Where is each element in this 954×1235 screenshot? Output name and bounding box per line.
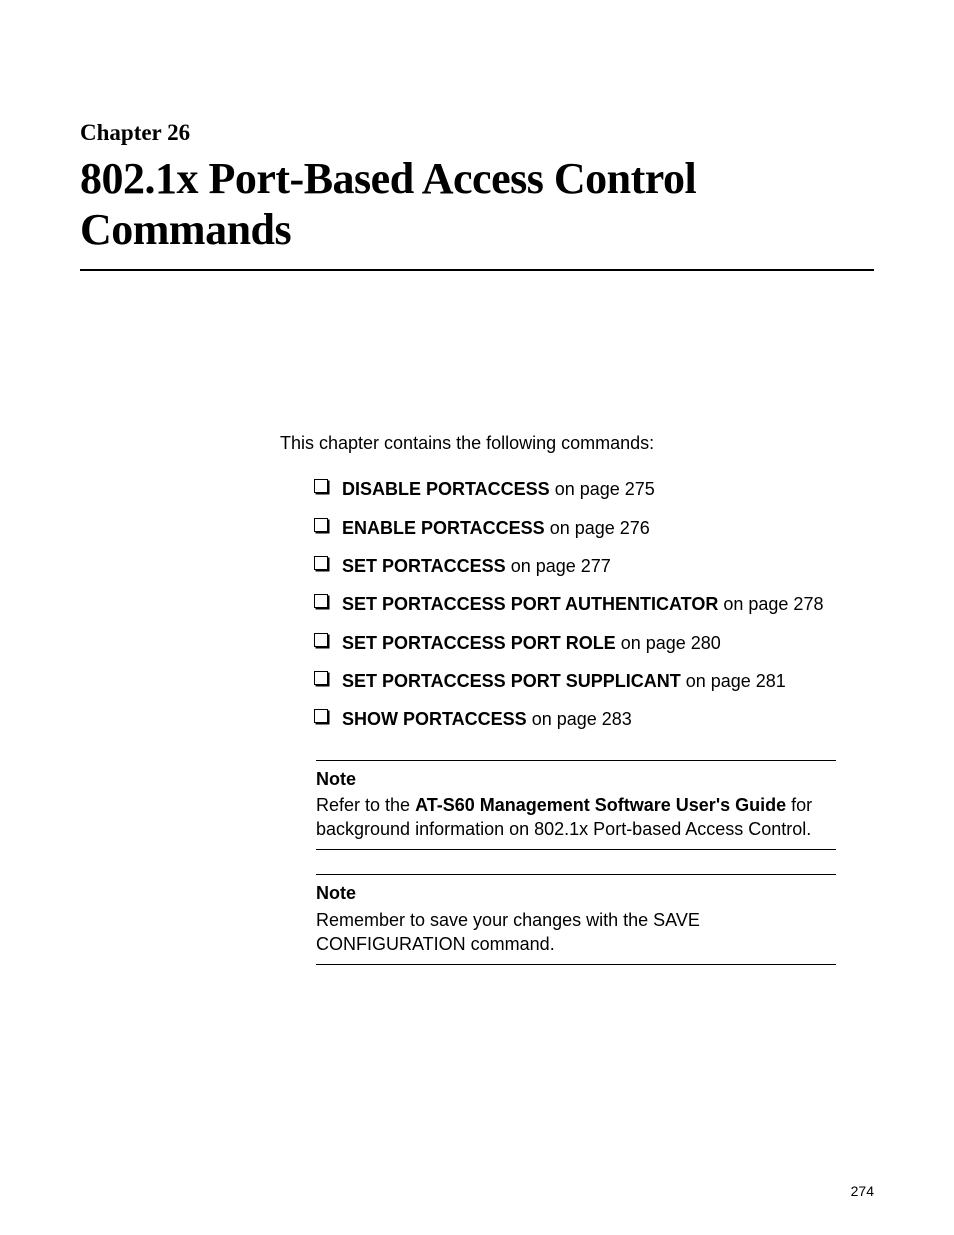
page-ref: on page 283 xyxy=(527,709,632,729)
list-item: DISABLE PORTACCESS on page 275 xyxy=(314,477,874,501)
command-link[interactable]: ENABLE PORTACCESS xyxy=(342,518,545,538)
list-item: SET PORTACCESS on page 277 xyxy=(314,554,874,578)
note-body: Remember to save your changes with the S… xyxy=(316,908,836,957)
note-bold: AT-S60 Management Software User's Guide xyxy=(415,795,786,815)
note-block: Note Remember to save your changes with … xyxy=(316,874,836,965)
bullet-icon xyxy=(314,633,328,647)
bullet-icon xyxy=(314,518,328,532)
page-ref: on page 276 xyxy=(545,518,650,538)
page-ref: on page 275 xyxy=(550,479,655,499)
command-link[interactable]: SET PORTACCESS PORT ROLE xyxy=(342,633,616,653)
page-ref: on page 280 xyxy=(616,633,721,653)
command-link[interactable]: DISABLE PORTACCESS xyxy=(342,479,550,499)
bullet-icon xyxy=(314,709,328,723)
page-ref: on page 281 xyxy=(681,671,786,691)
note-text: Remember to save your changes with the S… xyxy=(316,910,700,954)
list-item: SHOW PORTACCESS on page 283 xyxy=(314,707,874,731)
note-block: Note Refer to the AT-S60 Management Soft… xyxy=(316,760,836,851)
note-heading: Note xyxy=(316,767,836,791)
note-body: Refer to the AT-S60 Management Software … xyxy=(316,793,836,842)
bullet-icon xyxy=(314,671,328,685)
command-link[interactable]: SET PORTACCESS xyxy=(342,556,506,576)
command-list: DISABLE PORTACCESS on page 275 ENABLE PO… xyxy=(314,477,874,731)
list-item: SET PORTACCESS PORT AUTHENTICATOR on pag… xyxy=(314,592,874,616)
note-heading: Note xyxy=(316,881,836,905)
command-link[interactable]: SHOW PORTACCESS xyxy=(342,709,527,729)
page-number: 274 xyxy=(851,1183,874,1199)
bullet-icon xyxy=(314,556,328,570)
page-ref: on page 278 xyxy=(718,594,823,614)
document-page: Chapter 26 802.1x Port-Based Access Cont… xyxy=(0,0,954,965)
body-content: This chapter contains the following comm… xyxy=(280,431,874,965)
bullet-icon xyxy=(314,479,328,493)
intro-text: This chapter contains the following comm… xyxy=(280,431,874,455)
command-link[interactable]: SET PORTACCESS PORT SUPPLICANT xyxy=(342,671,681,691)
list-item: SET PORTACCESS PORT ROLE on page 280 xyxy=(314,631,874,655)
chapter-title: 802.1x Port-Based Access Control Command… xyxy=(80,154,874,271)
list-item: SET PORTACCESS PORT SUPPLICANT on page 2… xyxy=(314,669,874,693)
list-item: ENABLE PORTACCESS on page 276 xyxy=(314,516,874,540)
page-ref: on page 277 xyxy=(506,556,611,576)
bullet-icon xyxy=(314,594,328,608)
command-link[interactable]: SET PORTACCESS PORT AUTHENTICATOR xyxy=(342,594,718,614)
note-text: Refer to the xyxy=(316,795,415,815)
chapter-label: Chapter 26 xyxy=(80,120,874,146)
